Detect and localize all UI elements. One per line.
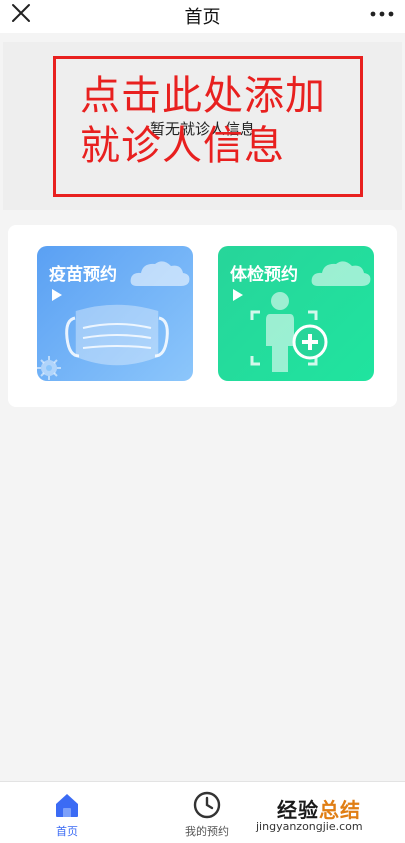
more-dots-icon[interactable] [369,5,395,23]
vaccine-appointment-label: 疫苗预约 [49,265,117,285]
play-icon [233,289,243,301]
clock-icon [193,791,221,819]
tab-my-appointments[interactable]: 我的预约 [167,790,247,839]
vaccine-appointment-tile[interactable]: 疫苗预约 [37,246,193,381]
watermark-accent-text: 总结 [319,798,361,822]
watermark-logo: 经验总结 [277,794,361,823]
tab-home[interactable]: 首页 [27,790,107,839]
cloud-icon [311,261,371,286]
virus-icon [37,356,61,380]
mask-icon [65,304,169,366]
add-patient-annotation[interactable]: 点击此处添加就诊人信息 [53,56,363,197]
body-check-icon [250,292,328,372]
physical-exam-appointment-tile[interactable]: 体检预约 [218,246,374,381]
tab-my-appointments-label: 我的预约 [185,825,229,838]
physical-exam-appointment-label: 体检预约 [230,265,298,285]
page-title: 首页 [184,7,221,28]
home-icon [56,794,78,817]
cloud-icon [130,261,190,286]
top-bar: 首页 [0,0,405,33]
page: 首页 暂无就诊人信息 点击此处添加就诊人信息 疫苗预约 体检预约 首页 我的预约… [0,0,405,843]
annotation-text: 点击此处添加就诊人信息 [80,73,326,169]
service-panel: 疫苗预约 体检预约 [8,225,397,407]
tab-home-label: 首页 [56,825,78,838]
watermark-main-text: 经验 [277,798,319,822]
watermark-url: jingyanzongjie.com [256,820,363,833]
